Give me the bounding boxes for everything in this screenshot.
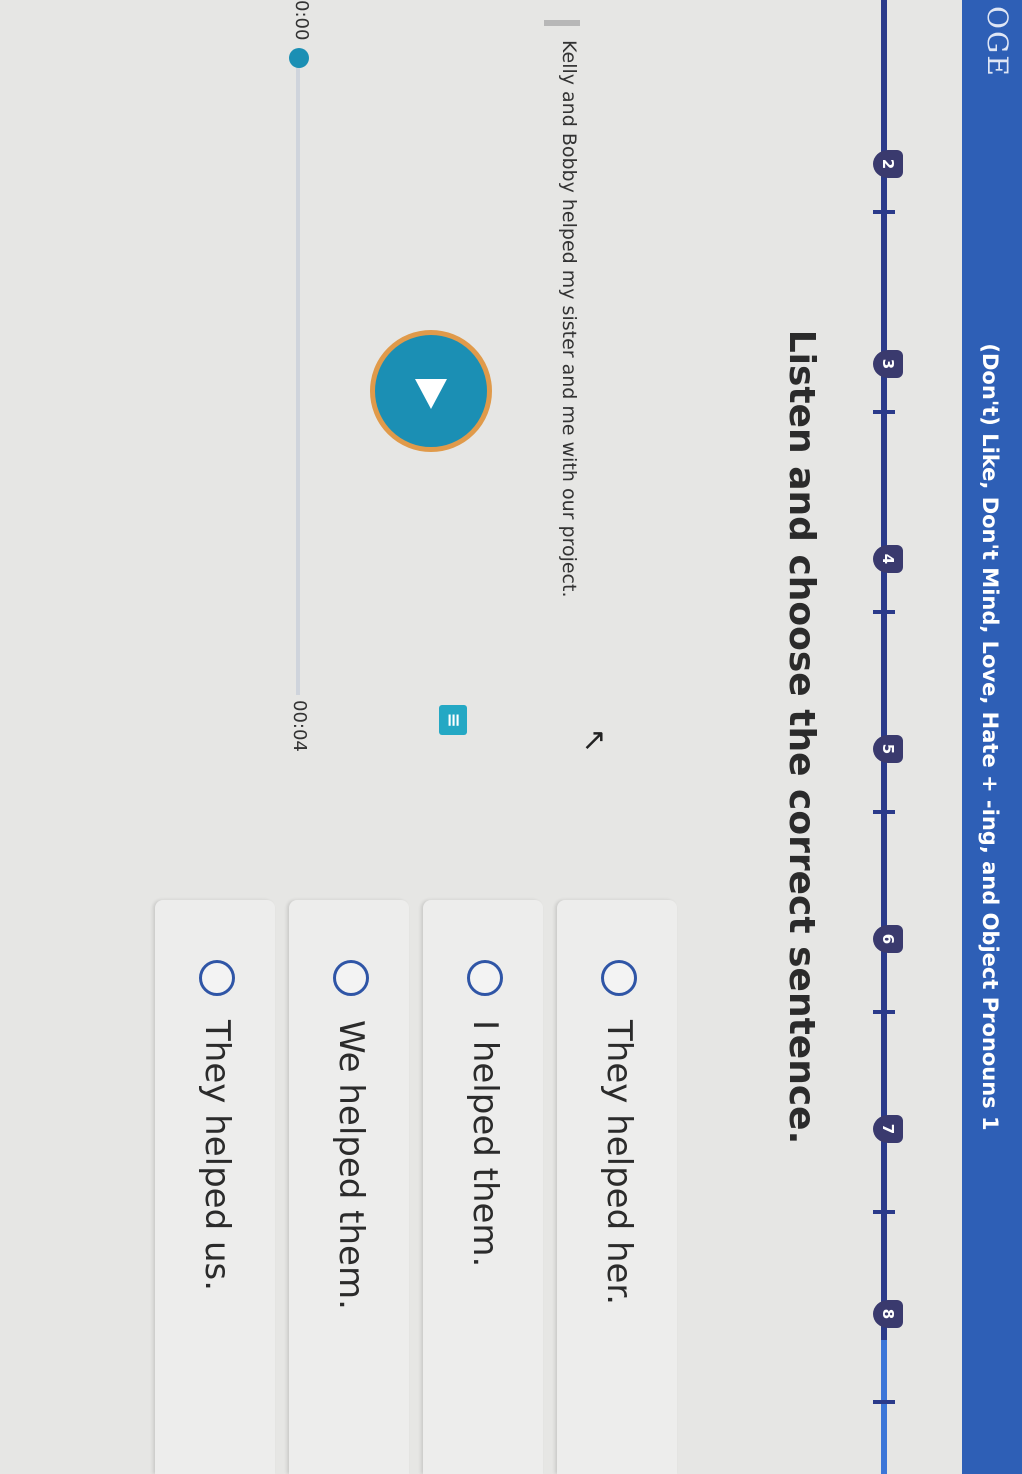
current-time: 0:00 (291, 0, 312, 41)
lesson-title: (Don't) Like, Don't Mind, Love, Hate + -… (978, 343, 1002, 1131)
progress-track-end (881, 1340, 887, 1474)
option-they-helped-her[interactable]: They helped her. (557, 900, 677, 1474)
step-5[interactable]: 5 (873, 735, 903, 763)
step-divider (873, 410, 895, 414)
step-divider (873, 610, 895, 614)
step-6[interactable]: 6 (873, 925, 903, 953)
step-2[interactable]: 2 (873, 150, 903, 178)
radio-button[interactable] (199, 960, 235, 996)
option-they-helped-us[interactable]: They helped us. (155, 900, 275, 1474)
top-bar: OGE (Don't) Like, Don't Mind, Love, Hate… (962, 0, 1022, 1474)
option-label: We helped them. (331, 1020, 371, 1310)
option-we-helped-them[interactable]: We helped them. (289, 900, 409, 1474)
mouse-cursor-icon: ↖ (577, 728, 612, 754)
step-8[interactable]: 8 (873, 1300, 903, 1328)
answer-options: They helped her. I helped them. We helpe… (141, 900, 677, 1474)
radio-button[interactable] (333, 960, 369, 996)
transcript-text: Kelly and Bobby helped my sister and me … (558, 40, 580, 598)
option-label: I helped them. (465, 1020, 505, 1268)
instruction-heading: Listen and choose the correct sentence. (781, 329, 822, 1145)
audio-seek-thumb[interactable] (289, 48, 309, 68)
screen: OGE (Don't) Like, Don't Mind, Love, Hate… (0, 0, 1022, 1474)
step-7[interactable]: 7 (873, 1115, 903, 1143)
transcript-icon[interactable]: ≡ (439, 705, 467, 735)
step-3[interactable]: 3 (873, 350, 903, 378)
step-divider (873, 1210, 895, 1214)
step-divider (873, 1010, 895, 1014)
option-label: They helped her. (599, 1020, 639, 1306)
option-label: They helped us. (197, 1020, 237, 1292)
play-icon (415, 379, 447, 409)
step-4[interactable]: 4 (873, 545, 903, 573)
step-divider (873, 1400, 895, 1404)
progress-steps: 2 3 4 5 6 7 8 (837, 0, 927, 1474)
step-divider (873, 210, 895, 214)
audio-player: Kelly and Bobby helped my sister and me … (92, 0, 592, 840)
audio-seek-bar[interactable] (296, 55, 300, 695)
step-divider (873, 810, 895, 814)
play-button[interactable] (370, 330, 492, 452)
radio-button[interactable] (467, 960, 503, 996)
radio-button[interactable] (601, 960, 637, 996)
option-i-helped-them[interactable]: I helped them. (423, 900, 543, 1474)
total-time: 00:04 (289, 700, 310, 752)
transcript-marker (544, 20, 580, 26)
